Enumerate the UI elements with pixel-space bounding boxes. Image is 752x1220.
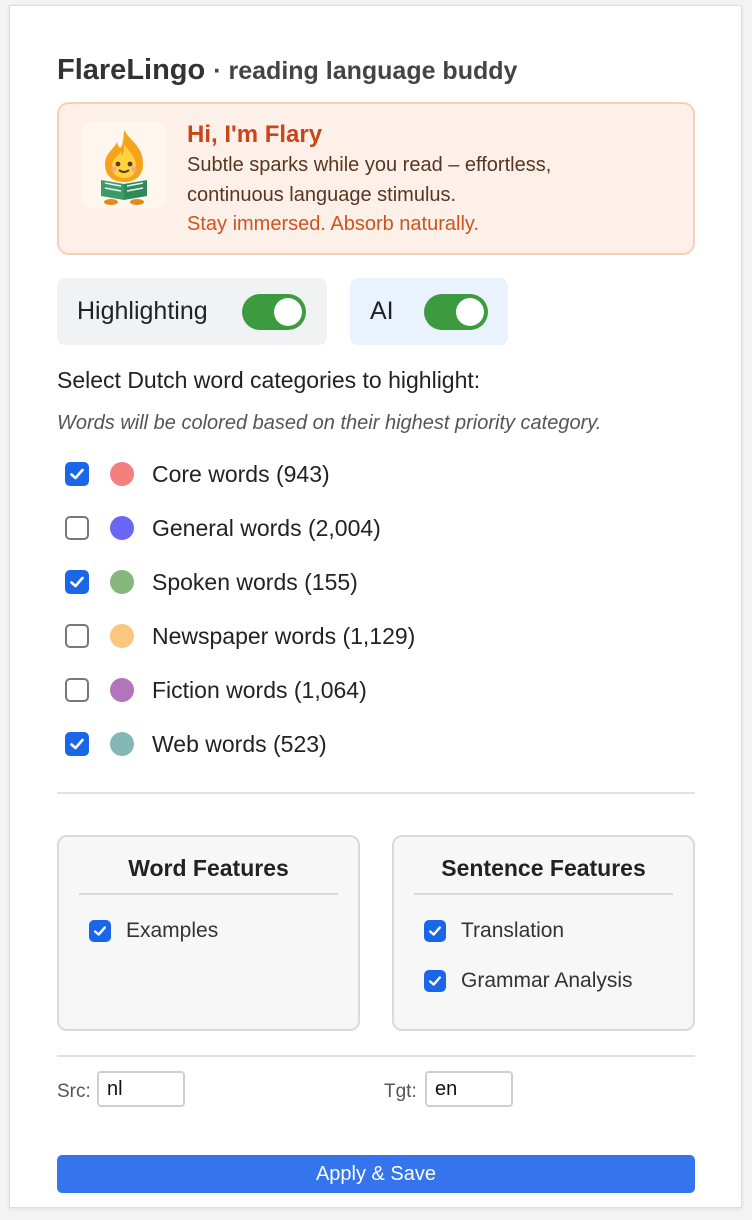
category-checkbox-core[interactable] — [65, 462, 89, 486]
sentence-features-title: Sentence Features — [414, 855, 673, 895]
examples-checkbox[interactable] — [89, 920, 111, 942]
grammar-analysis-label: Grammar Analysis — [461, 969, 633, 992]
source-language-input[interactable]: nl — [97, 1071, 185, 1107]
category-list: Core words (943) General words (2,004) S… — [57, 447, 415, 771]
categories-heading: Select Dutch word categories to highligh… — [57, 367, 481, 393]
translation-label: Translation — [461, 919, 565, 942]
welcome-text: Hi, I'm Flary Subtle sparks while you re… — [187, 120, 677, 238]
category-label-general: General words (2,004) — [152, 514, 381, 541]
category-color-dot — [110, 732, 134, 756]
welcome-description-line2: continuous language stimulus. — [187, 184, 457, 206]
welcome-description-line1: Subtle sparks while you read – effortles… — [187, 154, 552, 176]
category-color-dot — [110, 516, 134, 540]
ai-toggle-switch[interactable] — [424, 294, 488, 330]
checkmark-icon — [70, 738, 84, 750]
examples-label: Examples — [126, 919, 219, 942]
category-label-web: Web words (523) — [152, 730, 327, 757]
ai-toggle-card: AI — [350, 278, 508, 345]
page-title: FlareLingo · reading language buddy — [57, 54, 517, 87]
feature-row-grammar-analysis: Grammar Analysis — [424, 969, 633, 993]
category-row-web: Web words (523) — [57, 717, 415, 771]
grammar-analysis-checkbox[interactable] — [424, 970, 446, 992]
highlighting-toggle-card: Highlighting — [57, 278, 327, 345]
section-divider — [57, 1055, 695, 1057]
highlighting-toggle-label: Highlighting — [77, 297, 208, 325]
app-brand: FlareLingo — [57, 54, 206, 86]
category-row-spoken: Spoken words (155) — [57, 555, 415, 609]
category-checkbox-newspaper[interactable] — [65, 624, 89, 648]
category-row-newspaper: Newspaper words (1,129) — [57, 609, 415, 663]
category-label-spoken: Spoken words (155) — [152, 568, 358, 595]
category-label-fiction: Fiction words (1,064) — [152, 676, 367, 703]
checkmark-icon — [428, 926, 442, 936]
ai-toggle-label: AI — [370, 297, 394, 325]
category-row-core: Core words (943) — [57, 447, 415, 501]
checkmark-icon — [70, 576, 84, 588]
target-language-label: Tgt: — [384, 1081, 417, 1102]
checkmark-icon — [93, 926, 107, 936]
toggle-knob — [456, 298, 484, 326]
welcome-card: Hi, I'm Flary Subtle sparks while you re… — [57, 102, 695, 255]
welcome-title: Hi, I'm Flary — [187, 121, 323, 148]
category-color-dot — [110, 570, 134, 594]
category-row-general: General words (2,004) — [57, 501, 415, 555]
welcome-motto: Stay immersed. Absorb naturally. — [187, 213, 479, 235]
word-features-box: Word Features Examples — [57, 835, 360, 1031]
toggle-knob — [274, 298, 302, 326]
word-features-title: Word Features — [79, 855, 338, 895]
category-row-fiction: Fiction words (1,064) — [57, 663, 415, 717]
category-label-core: Core words (943) — [152, 460, 330, 487]
app-tagline: · reading language buddy — [213, 57, 518, 85]
category-color-dot — [110, 462, 134, 486]
source-language-label: Src: — [57, 1081, 91, 1102]
highlighting-toggle-switch[interactable] — [242, 294, 306, 330]
settings-panel: FlareLingo · reading language buddy Hi, I… — [9, 5, 742, 1208]
checkmark-icon — [428, 976, 442, 986]
apply-save-button[interactable]: Apply & Save — [57, 1155, 695, 1193]
category-checkbox-general[interactable] — [65, 516, 89, 540]
category-checkbox-fiction[interactable] — [65, 678, 89, 702]
category-color-dot — [110, 624, 134, 648]
categories-note: Words will be colored based on their hig… — [57, 412, 602, 434]
category-color-dot — [110, 678, 134, 702]
target-language-input[interactable]: en — [425, 1071, 513, 1107]
translation-checkbox[interactable] — [424, 920, 446, 942]
section-divider — [57, 792, 695, 794]
feature-row-translation: Translation — [424, 919, 564, 943]
category-label-newspaper: Newspaper words (1,129) — [152, 622, 416, 649]
sentence-features-box: Sentence Features Translation Grammar An… — [392, 835, 695, 1031]
checkmark-icon — [70, 468, 84, 480]
feature-row-examples: Examples — [89, 919, 218, 943]
category-checkbox-web[interactable] — [65, 732, 89, 756]
category-checkbox-spoken[interactable] — [65, 570, 89, 594]
flame-reading-mascot-icon — [81, 122, 167, 208]
